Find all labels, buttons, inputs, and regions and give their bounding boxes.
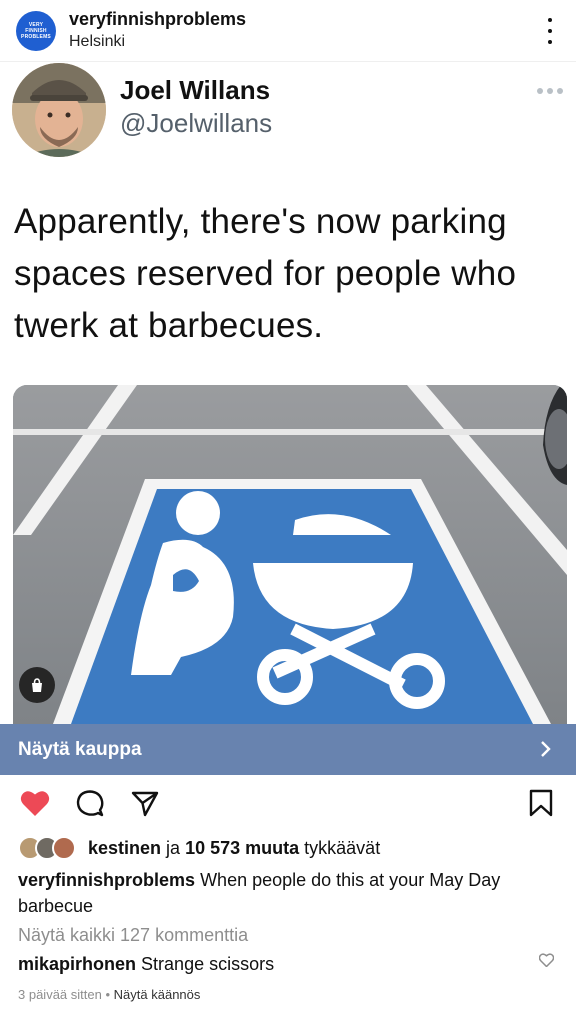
tweet-text: Apparently, there's now parking spaces r… bbox=[14, 202, 517, 345]
caption-username[interactable]: veryfinnishproblems bbox=[18, 870, 195, 890]
comment-icon[interactable] bbox=[76, 789, 104, 817]
post-meta: 3 päivää sitten • Näytä käännös bbox=[18, 987, 200, 1002]
shopping-bag-icon[interactable] bbox=[19, 667, 55, 703]
parking-space-photo bbox=[13, 385, 567, 724]
account-avatar[interactable]: VERY FINNISH PROBLEMS bbox=[16, 11, 56, 51]
liker-avatar bbox=[52, 836, 76, 860]
view-all-comments-link[interactable]: Näytä kaikki 127 kommenttia bbox=[18, 925, 248, 946]
post-time: 3 päivää sitten bbox=[18, 987, 102, 1002]
post-username[interactable]: veryfinnishproblems bbox=[69, 9, 246, 30]
likes-connector: ja bbox=[166, 837, 181, 858]
heart-icon[interactable] bbox=[20, 789, 50, 817]
meta-separator: • bbox=[105, 987, 111, 1002]
see-translation-link[interactable]: Näytä käännös bbox=[114, 987, 201, 1002]
avatar-text-3: PROBLEMS bbox=[21, 34, 51, 40]
comment-text: Strange scissors bbox=[141, 954, 275, 974]
bookmark-icon[interactable] bbox=[528, 789, 554, 817]
post-media[interactable]: Joel Willans @Joelwillans Apparently, th… bbox=[0, 62, 576, 724]
comment-like-heart-icon[interactable] bbox=[539, 953, 554, 967]
likes-summary[interactable]: kestinen ja 10 573 muuta tykkäävät bbox=[18, 835, 380, 861]
post-caption: veryfinnishproblems When people do this … bbox=[18, 867, 558, 919]
likes-suffix: tykkäävät bbox=[304, 837, 381, 858]
view-shop-banner[interactable]: Näytä kauppa bbox=[0, 724, 576, 775]
comment-item: mikapirhonen Strange scissors bbox=[18, 954, 274, 975]
liker-avatars bbox=[18, 836, 80, 860]
share-icon[interactable] bbox=[131, 789, 159, 817]
tweet-author-avatar bbox=[12, 63, 106, 157]
post-location[interactable]: Helsinki bbox=[69, 33, 125, 51]
likes-count[interactable]: 10 573 muuta bbox=[185, 838, 299, 858]
view-shop-label: Näytä kauppa bbox=[18, 738, 142, 760]
tweet-author-handle: @Joelwillans bbox=[120, 108, 273, 138]
post-header: VERY FINNISH PROBLEMS veryfinnishproblem… bbox=[0, 0, 576, 62]
tweet-more-icon bbox=[537, 88, 563, 94]
likes-text: kestinen ja 10 573 muuta tykkäävät bbox=[88, 838, 380, 859]
liker-username[interactable]: kestinen bbox=[88, 838, 161, 858]
tweet-author-name: Joel Willans bbox=[120, 75, 271, 105]
more-vertical-icon[interactable] bbox=[546, 18, 554, 44]
comment-username[interactable]: mikapirhonen bbox=[18, 954, 136, 974]
post-actions bbox=[0, 775, 576, 831]
chevron-right-icon bbox=[541, 741, 551, 757]
